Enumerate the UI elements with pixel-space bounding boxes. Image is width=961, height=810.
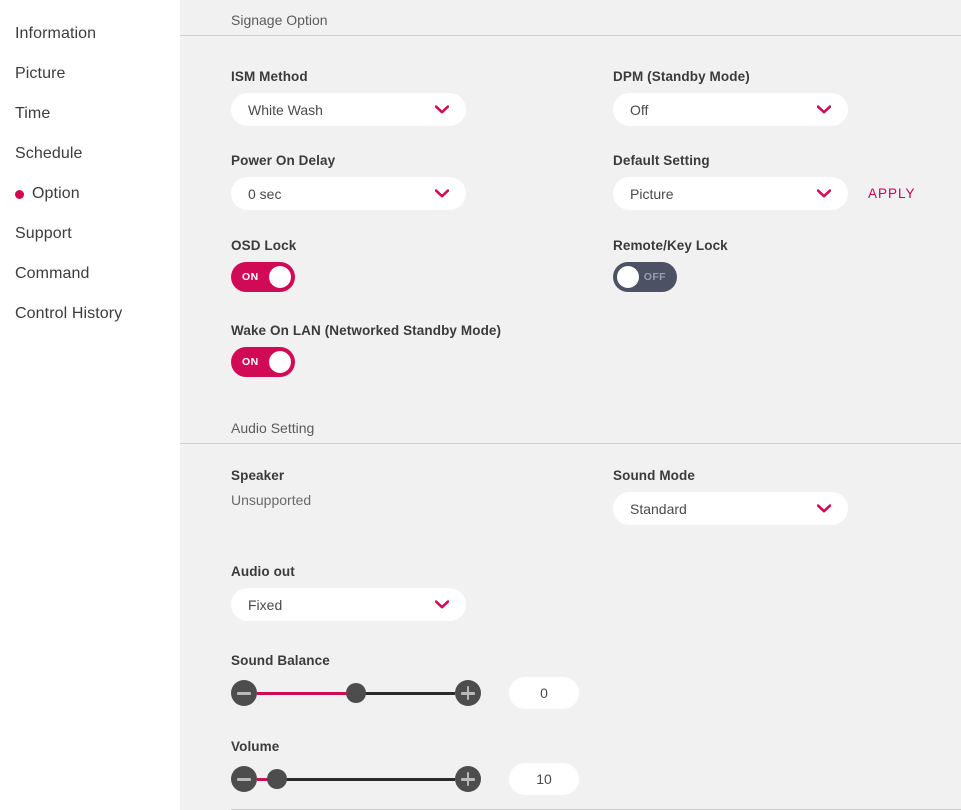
dpm-select[interactable]: Off bbox=[613, 93, 848, 126]
sound-balance-label: Sound Balance bbox=[231, 653, 330, 668]
sidebar-item-label: Schedule bbox=[15, 145, 83, 162]
slider-thumb[interactable] bbox=[346, 683, 366, 703]
sound-mode-label: Sound Mode bbox=[613, 468, 695, 483]
sidebar-item-picture[interactable]: Picture bbox=[0, 54, 180, 94]
row-speaker-soundmode: Speaker Unsupported Sound Mode Standard bbox=[231, 468, 961, 525]
default-setting-label: Default Setting bbox=[613, 153, 710, 168]
wake-on-lan-state: ON bbox=[242, 356, 259, 368]
sound-balance-value[interactable]: 0 bbox=[509, 677, 579, 709]
default-setting-select[interactable]: Picture bbox=[613, 177, 848, 210]
chevron-down-icon bbox=[817, 504, 831, 513]
toggle-knob bbox=[617, 266, 639, 288]
toggle-knob bbox=[269, 266, 291, 288]
minus-icon[interactable] bbox=[231, 680, 257, 706]
wake-on-lan-label: Wake On LAN (Networked Standby Mode) bbox=[231, 323, 502, 338]
remote-key-lock-state: OFF bbox=[643, 271, 666, 283]
power-on-delay-label: Power On Delay bbox=[231, 153, 336, 168]
sidebar-item-label: Support bbox=[15, 225, 72, 242]
sidebar-item-support[interactable]: Support bbox=[0, 214, 180, 254]
power-on-delay-select[interactable]: 0 sec bbox=[231, 177, 466, 210]
section-signage-option: Signage Option ISM Method White Wash DPM… bbox=[180, 0, 961, 377]
speaker-label: Speaker bbox=[231, 468, 285, 483]
volume-label: Volume bbox=[231, 739, 280, 754]
field-wake-on-lan: Wake On LAN (Networked Standby Mode) ON bbox=[231, 323, 501, 377]
row-ism-dpm: ISM Method White Wash DPM (Standby Mode)… bbox=[231, 69, 961, 126]
sidebar-item-time[interactable]: Time bbox=[0, 94, 180, 134]
section-title-audio: Audio Setting bbox=[231, 420, 315, 436]
remote-key-lock-label: Remote/Key Lock bbox=[613, 238, 728, 253]
sidebar: Information Picture Time Schedule Option… bbox=[0, 0, 180, 810]
ism-method-value: White Wash bbox=[248, 101, 323, 118]
sidebar-item-schedule[interactable]: Schedule bbox=[0, 134, 180, 174]
chevron-down-icon bbox=[817, 189, 831, 198]
field-osd-lock: OSD Lock ON bbox=[231, 238, 613, 292]
sidebar-item-label: Control History bbox=[15, 305, 123, 322]
plus-icon[interactable] bbox=[455, 766, 481, 792]
default-setting-value: Picture bbox=[630, 185, 674, 202]
sidebar-item-command[interactable]: Command bbox=[0, 254, 180, 294]
row-audio-out: Audio out Fixed bbox=[231, 564, 961, 621]
sidebar-item-option[interactable]: Option bbox=[0, 174, 180, 214]
audio-out-label: Audio out bbox=[231, 564, 295, 579]
section-divider bbox=[180, 35, 961, 36]
osd-lock-label: OSD Lock bbox=[231, 238, 297, 253]
settings-page: Information Picture Time Schedule Option… bbox=[0, 0, 961, 810]
slider-fill bbox=[257, 691, 356, 695]
field-dpm: DPM (Standby Mode) Off bbox=[613, 69, 961, 126]
chevron-down-icon bbox=[435, 105, 449, 114]
osd-lock-toggle[interactable]: ON bbox=[231, 262, 295, 292]
sidebar-item-control-history[interactable]: Control History bbox=[0, 294, 180, 334]
sidebar-item-label: Information bbox=[15, 25, 97, 42]
sidebar-item-label: Picture bbox=[15, 65, 66, 82]
volume-track[interactable] bbox=[257, 766, 455, 792]
field-power-on-delay: Power On Delay 0 sec bbox=[231, 153, 613, 210]
audio-out-value: Fixed bbox=[248, 596, 283, 613]
osd-lock-state: ON bbox=[242, 271, 259, 283]
field-audio-out: Audio out Fixed bbox=[231, 564, 613, 621]
sound-mode-value: Standard bbox=[630, 500, 687, 517]
field-volume: Volume 10 bbox=[231, 739, 961, 795]
dpm-label: DPM (Standby Mode) bbox=[613, 69, 750, 84]
row-wake-on-lan: Wake On LAN (Networked Standby Mode) ON bbox=[231, 323, 961, 377]
volume-value[interactable]: 10 bbox=[509, 763, 579, 795]
chevron-down-icon bbox=[435, 189, 449, 198]
audio-out-select[interactable]: Fixed bbox=[231, 588, 466, 621]
section-title-signage: Signage Option bbox=[231, 12, 328, 28]
default-setting-apply-button[interactable]: APPLY bbox=[868, 186, 916, 201]
sidebar-item-information[interactable]: Information bbox=[0, 14, 180, 54]
minus-icon[interactable] bbox=[231, 766, 257, 792]
sound-mode-select[interactable]: Standard bbox=[613, 492, 848, 525]
sidebar-item-label: Time bbox=[15, 105, 51, 122]
settings-content: Signage Option ISM Method White Wash DPM… bbox=[180, 0, 961, 810]
sidebar-item-label: Option bbox=[32, 185, 80, 202]
ism-method-select[interactable]: White Wash bbox=[231, 93, 466, 126]
speaker-value: Unsupported bbox=[231, 492, 312, 508]
toggle-knob bbox=[269, 351, 291, 373]
dpm-value: Off bbox=[630, 101, 649, 118]
field-speaker: Speaker Unsupported bbox=[231, 468, 613, 525]
section-divider bbox=[180, 443, 961, 444]
volume-slider[interactable]: 10 bbox=[231, 763, 961, 795]
field-ism-method: ISM Method White Wash bbox=[231, 69, 613, 126]
ism-method-label: ISM Method bbox=[231, 69, 308, 84]
remote-key-lock-toggle[interactable]: OFF bbox=[613, 262, 677, 292]
section-audio-setting: Audio Setting Speaker Unsupported Sound … bbox=[180, 377, 961, 795]
sound-balance-track[interactable] bbox=[257, 680, 455, 706]
field-default-setting: Default Setting Picture APPLY bbox=[613, 153, 961, 210]
sound-balance-slider[interactable]: 0 bbox=[231, 677, 961, 709]
chevron-down-icon bbox=[435, 600, 449, 609]
power-on-delay-value: 0 sec bbox=[248, 185, 282, 202]
plus-icon[interactable] bbox=[455, 680, 481, 706]
active-indicator-dot-icon bbox=[15, 189, 24, 199]
sidebar-item-label: Command bbox=[15, 265, 90, 282]
row-delay-default: Power On Delay 0 sec Default Setting Pic… bbox=[231, 153, 961, 210]
wake-on-lan-toggle[interactable]: ON bbox=[231, 347, 295, 377]
chevron-down-icon bbox=[817, 105, 831, 114]
field-sound-mode: Sound Mode Standard bbox=[613, 468, 961, 525]
field-sound-balance: Sound Balance 0 bbox=[231, 653, 961, 709]
field-remote-key-lock: Remote/Key Lock OFF bbox=[613, 238, 961, 292]
row-locks: OSD Lock ON Remote/Key Lock OFF bbox=[231, 238, 961, 292]
slider-thumb[interactable] bbox=[266, 769, 287, 789]
